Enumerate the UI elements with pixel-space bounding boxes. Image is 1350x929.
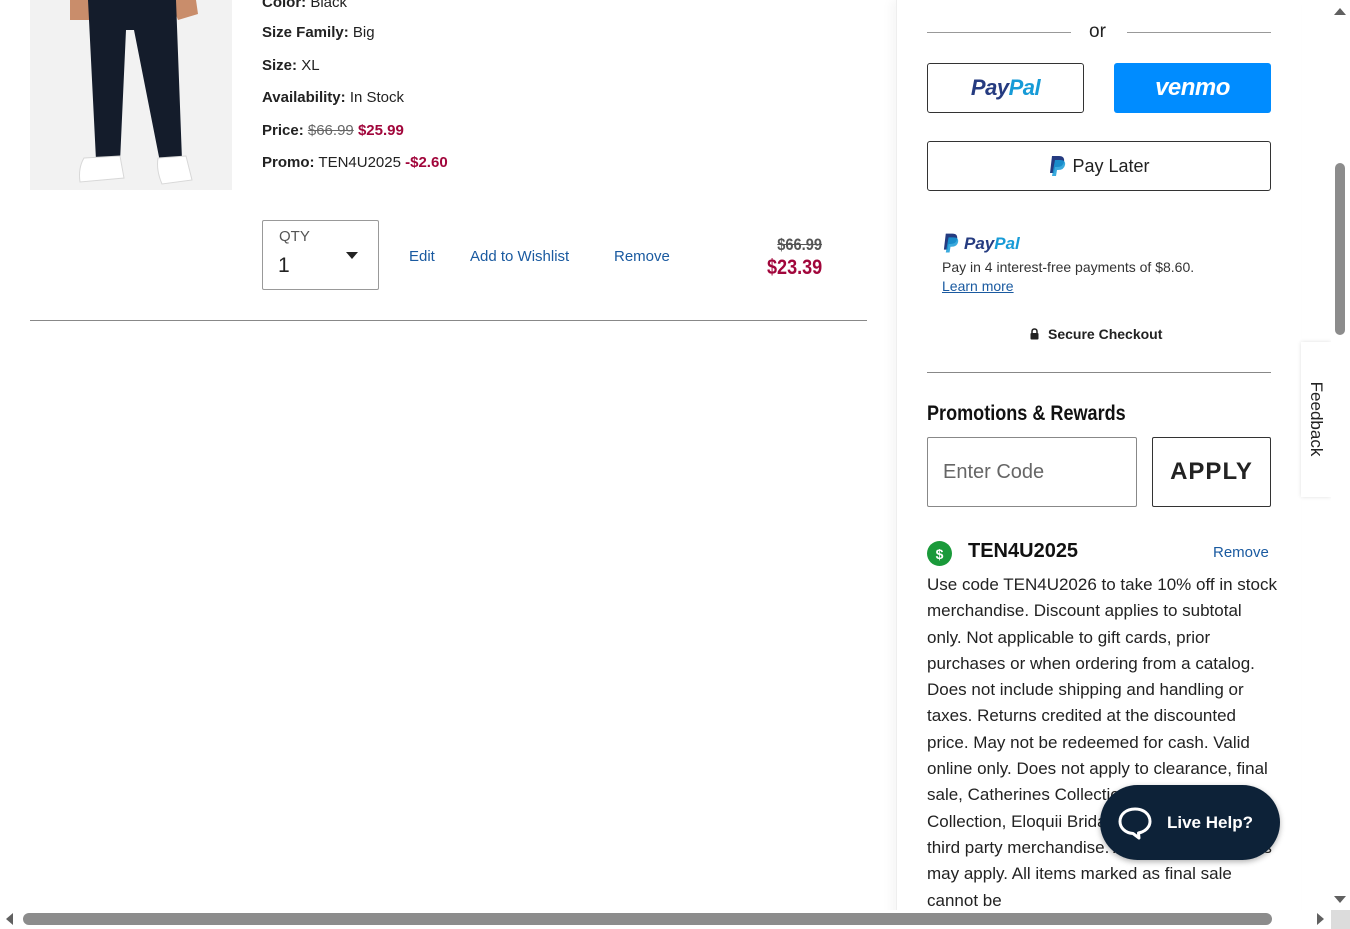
attr-size-family: Size Family: Big xyxy=(262,24,375,41)
feedback-tab[interactable]: Feedback xyxy=(1301,342,1331,497)
promo-code-input[interactable] xyxy=(927,437,1137,507)
scroll-right-icon[interactable] xyxy=(1317,913,1324,925)
attr-promo: Promo: TEN4U2025 -$2.60 xyxy=(262,154,448,171)
attr-size-family-label: Size Family: xyxy=(262,24,349,41)
summary-divider xyxy=(927,372,1271,373)
add-to-wishlist-link[interactable]: Add to Wishlist xyxy=(470,248,569,265)
item-total-final: $23.39 xyxy=(766,256,822,279)
promo-description: Use code TEN4U2026 to take 10% off in st… xyxy=(927,575,1277,910)
quantity-select[interactable]: QTY 1 xyxy=(262,220,379,290)
promo-discount: -$2.60 xyxy=(405,154,448,171)
venmo-button[interactable]: venmo xyxy=(1114,63,1271,113)
pay-later-label: Pay Later xyxy=(1072,155,1150,176)
feedback-label: Feedback xyxy=(1307,381,1326,457)
paypal-learn-more-link[interactable]: Learn more xyxy=(942,278,1014,294)
vertical-scrollbar[interactable] xyxy=(1331,0,1350,912)
paypal-p-icon xyxy=(1050,155,1066,176)
remove-item-link[interactable]: Remove xyxy=(614,248,670,265)
quantity-label: QTY xyxy=(279,228,310,245)
product-image[interactable] xyxy=(30,0,232,190)
attr-availability-label: Availability: xyxy=(262,89,346,106)
attr-color-label: Color: xyxy=(262,0,307,11)
attr-price-label: Price: xyxy=(262,122,304,139)
attr-size-value: XL xyxy=(301,57,320,74)
chevron-down-icon xyxy=(346,252,358,259)
paypal-message-logo: PayPal xyxy=(942,233,1020,254)
quantity-value: 1 xyxy=(278,254,290,277)
attr-size-label: Size: xyxy=(262,57,298,74)
scroll-left-icon[interactable] xyxy=(6,913,13,925)
promotions-title: Promotions & Rewards xyxy=(927,402,1126,425)
or-divider-right xyxy=(1127,32,1271,33)
applied-promo-code: TEN4U2025 xyxy=(968,540,1079,562)
paypal-button[interactable]: PayPal xyxy=(927,63,1084,113)
paypal-pay-in-4-text: Pay in 4 interest-free payments of $8.60… xyxy=(942,259,1195,275)
venmo-logo: venmo xyxy=(1155,74,1230,101)
attr-availability-value: In Stock xyxy=(349,89,405,106)
or-text: or xyxy=(1089,21,1106,42)
secure-checkout: Secure Checkout xyxy=(1030,326,1162,342)
promo-code-text: TEN4U2025 xyxy=(318,154,401,171)
scroll-down-icon[interactable] xyxy=(1334,896,1346,903)
vertical-scroll-thumb[interactable] xyxy=(1335,163,1345,335)
live-help-button[interactable]: Live Help? xyxy=(1100,785,1280,860)
live-help-label: Live Help? xyxy=(1167,812,1253,832)
price-original: $66.99 xyxy=(307,122,354,139)
chat-bubble-icon xyxy=(1118,807,1152,839)
attr-price: Price: $66.99 $25.99 xyxy=(262,122,404,139)
scroll-up-icon[interactable] xyxy=(1334,8,1346,15)
scrollbar-corner xyxy=(1331,910,1350,929)
price-sale: $25.99 xyxy=(357,122,404,139)
edit-link[interactable]: Edit xyxy=(409,248,435,265)
or-divider-left xyxy=(927,32,1071,33)
secure-checkout-label: Secure Checkout xyxy=(1048,326,1163,342)
attr-promo-label: Promo: xyxy=(262,154,315,171)
paypal-logo: PayPal xyxy=(970,75,1041,100)
attr-color: Color: Black xyxy=(262,0,347,11)
remove-promo-link[interactable]: Remove xyxy=(1213,544,1269,561)
attr-size: Size: XL xyxy=(262,57,320,74)
horizontal-scroll-thumb[interactable] xyxy=(23,913,1272,925)
attr-availability: Availability: In Stock xyxy=(262,89,404,106)
lock-icon xyxy=(1030,328,1039,340)
paypal-p-icon xyxy=(943,233,959,253)
attr-color-value: Black xyxy=(310,0,348,11)
apply-promo-button[interactable]: APPLY xyxy=(1152,437,1271,507)
cart-item-divider xyxy=(30,320,867,321)
dollar-badge-icon: $ xyxy=(927,541,952,566)
attr-size-family-value: Big xyxy=(352,24,375,41)
paypal-pay-later-button[interactable]: Pay Later xyxy=(927,141,1271,191)
item-total-original: $66.99 xyxy=(777,235,822,254)
